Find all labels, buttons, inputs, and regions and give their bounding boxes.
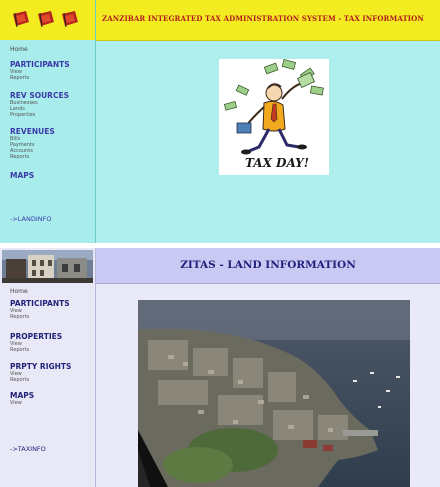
nav-participants-reports[interactable]: Reports (10, 75, 29, 82)
nav-properties-reports[interactable]: Reports (10, 347, 29, 354)
tax-day-illustration: TAX DAY! (219, 59, 329, 175)
page-title: ZITAS - LAND INFORMATION (180, 259, 356, 271)
land-information-panel: Home PARTICIPANTS View Reports PROPERTIE… (0, 248, 440, 487)
taxinfo-link[interactable]: ->TAXINFO (10, 445, 46, 453)
aerial-city-photo (138, 300, 410, 487)
nav-rev-sources-properties[interactable]: Properties (10, 112, 35, 119)
tax-information-panel: Home PARTICIPANTS View Reports REV SOURC… (0, 0, 440, 243)
tax-main-content: TAX DAY! (96, 41, 440, 243)
flag-icon (61, 10, 79, 28)
nav-home[interactable]: Home (10, 288, 28, 295)
land-main-content (96, 284, 440, 487)
nav-heading-revenues[interactable]: REVENUES (10, 127, 55, 136)
nav-revenues-reports[interactable]: Reports (10, 154, 29, 161)
illustration-caption: TAX DAY! (245, 156, 309, 170)
nav-prpty-rights-reports[interactable]: Reports (10, 377, 29, 384)
flag-icon (37, 10, 55, 28)
nav-heading-participants[interactable]: PARTICIPANTS (10, 60, 70, 69)
nav-maps-view[interactable]: View (10, 400, 22, 407)
nav-home[interactable]: Home (10, 46, 28, 53)
tax-header: ZANZIBAR INTEGRATED TAX ADMINISTRATION S… (96, 0, 440, 41)
nav-heading-participants[interactable]: PARTICIPANTS (10, 299, 70, 308)
nav-heading-rev-sources[interactable]: REV SOURCES (10, 91, 69, 100)
nav-heading-prpty-rights[interactable]: PRPTY RIGHTS (10, 362, 71, 371)
land-sidebar: Home PARTICIPANTS View Reports PROPERTIE… (0, 248, 96, 487)
flag-icon (12, 10, 30, 28)
logo-strip (0, 0, 95, 40)
page-title: ZANZIBAR INTEGRATED TAX ADMINISTRATION S… (102, 14, 424, 23)
nav-heading-properties[interactable]: PROPERTIES (10, 332, 62, 341)
tax-sidebar: Home PARTICIPANTS View Reports REV SOURC… (0, 0, 96, 243)
building-photo (2, 250, 93, 283)
landinfo-link[interactable]: ->LANDINFO (10, 215, 52, 223)
nav-participants-reports[interactable]: Reports (10, 314, 29, 321)
nav-heading-maps[interactable]: MAPS (10, 171, 34, 180)
land-header: ZITAS - LAND INFORMATION (96, 248, 440, 284)
nav-heading-maps[interactable]: MAPS (10, 391, 34, 400)
